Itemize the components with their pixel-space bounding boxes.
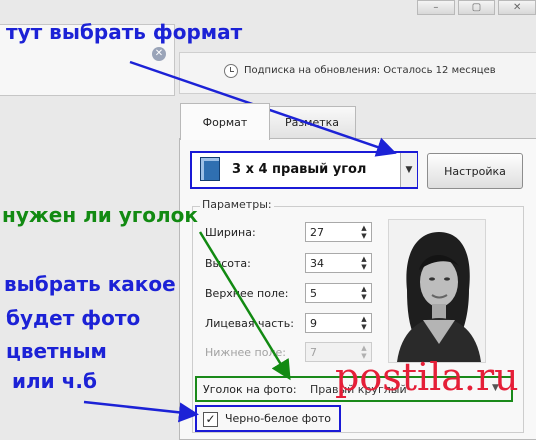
width-label: Ширина:	[205, 226, 256, 239]
top-margin-value: 5	[310, 287, 317, 300]
bw-checkbox[interactable]: ✓	[203, 412, 218, 427]
arrow-to-bw	[83, 400, 199, 423]
bottom-margin-label: Нижнее поле:	[205, 346, 286, 359]
watermark: postila.ru	[335, 355, 519, 399]
height-value: 34	[310, 257, 324, 270]
maximize-button[interactable]: ▢	[457, 0, 496, 15]
minimize-button[interactable]: –	[417, 0, 455, 15]
height-label: Высота:	[205, 257, 251, 270]
face-part-label: Лицевая часть:	[205, 317, 294, 330]
annotation-choose-format: тут выбрать формат	[6, 20, 243, 44]
settings-button[interactable]: Настройка	[427, 153, 523, 189]
photo-format-icon	[200, 157, 220, 181]
annotation-choose-photo-2: будет фото	[6, 306, 141, 330]
height-spinner[interactable]: 34 ▲ ▼	[305, 253, 372, 273]
annotation-choose-photo-4: или ч.б	[12, 369, 97, 393]
annotation-need-corner: нужен ли уголок	[2, 203, 198, 227]
photo-preview	[388, 219, 486, 363]
subscription-text: Подписка на обновления: Осталось 12 меся…	[244, 65, 496, 76]
params-group-label: Параметры:	[200, 198, 274, 211]
face-part-value: 9	[310, 317, 317, 330]
window-controls: – ▢ ✕	[414, 0, 536, 15]
top-margin-label: Верхнее поле:	[205, 287, 289, 300]
corner-label: Уголок на фото:	[203, 383, 297, 396]
spinner-arrows-icon[interactable]: ▲ ▼	[359, 285, 369, 301]
close-icon[interactable]: ✕	[152, 47, 166, 61]
annotation-choose-photo-3: цветным	[6, 339, 107, 363]
spinner-arrows-icon[interactable]: ▲ ▼	[359, 315, 369, 331]
clock-icon	[224, 64, 238, 78]
width-spinner[interactable]: 27 ▲ ▼	[305, 222, 372, 242]
portrait-image	[389, 220, 485, 362]
bw-label: Черно-белое фото	[225, 412, 332, 425]
close-window-button[interactable]: ✕	[498, 0, 536, 15]
spinner-arrows-icon[interactable]: ▲ ▼	[359, 224, 369, 240]
tab-markup[interactable]: Разметка	[268, 106, 356, 138]
annotation-choose-photo-1: выбрать какое	[4, 272, 176, 296]
format-selected-value: 3 x 4 правый угол	[232, 162, 367, 177]
width-value: 27	[310, 226, 324, 239]
bottom-margin-value: 7	[310, 346, 317, 359]
tab-format[interactable]: Формат	[180, 103, 270, 140]
spinner-arrows-icon[interactable]: ▲ ▼	[359, 255, 369, 271]
top-margin-spinner[interactable]: 5 ▲ ▼	[305, 283, 372, 303]
chevron-down-icon[interactable]: ▼	[400, 153, 417, 187]
face-part-spinner[interactable]: 9 ▲ ▼	[305, 313, 372, 333]
